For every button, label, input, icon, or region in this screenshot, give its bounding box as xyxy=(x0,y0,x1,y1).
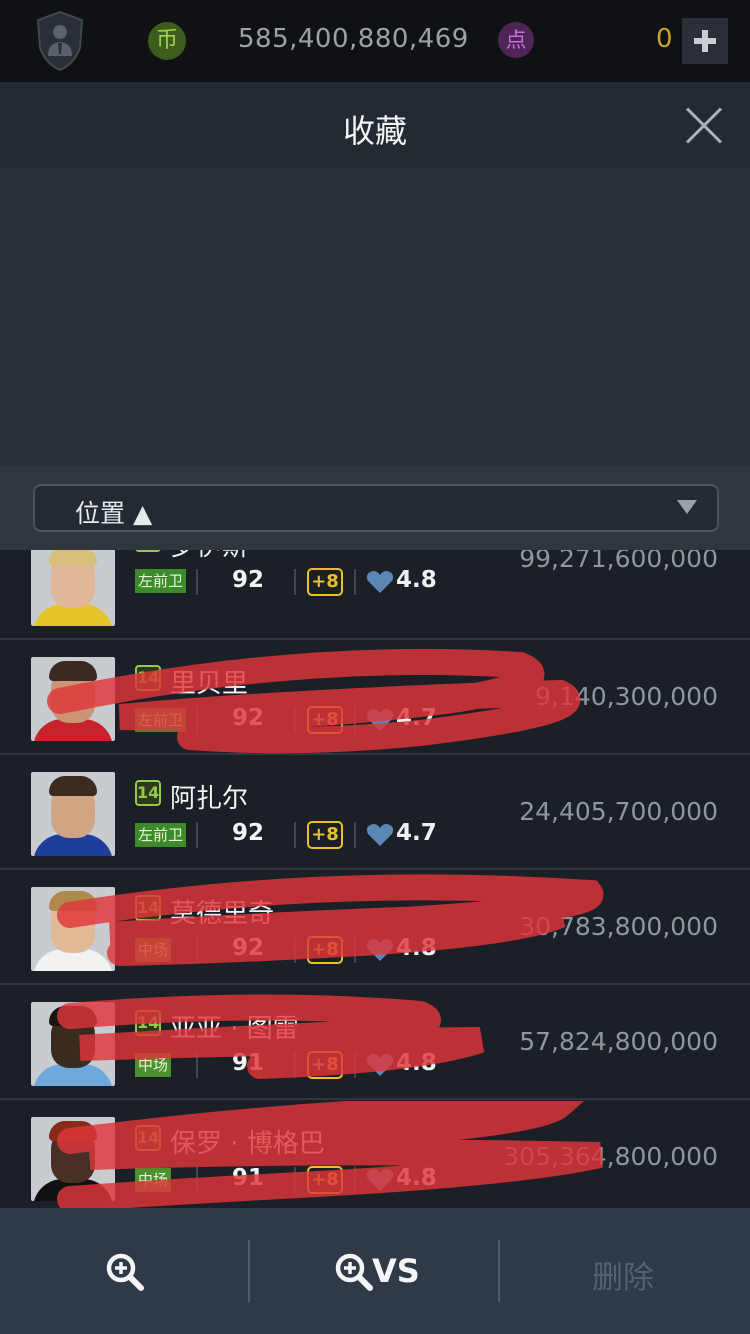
upgrade-badge: +8 xyxy=(307,821,343,849)
player-score: 4.8 xyxy=(396,935,437,961)
page-header: 收藏 xyxy=(0,84,750,168)
overall-rating: 92 xyxy=(232,820,265,846)
list-item[interactable]: 14 保罗 · 博格巴 中场 91 +8 4.8 305,364,800,000 xyxy=(0,1101,750,1208)
heart-icon xyxy=(366,571,394,593)
manager-shield-icon[interactable] xyxy=(34,10,86,72)
list-item[interactable]: 14 阿扎尔 左前卫 92 +8 4.7 24,405,700,000 xyxy=(0,756,750,870)
zoom-plus-icon xyxy=(335,1253,373,1291)
close-icon[interactable] xyxy=(684,106,724,146)
upgrade-badge: +8 xyxy=(307,1166,343,1194)
heart-icon xyxy=(366,1169,394,1191)
zoom-button[interactable] xyxy=(0,1208,249,1334)
position-badge: 左前卫 xyxy=(135,569,187,593)
player-score: 4.7 xyxy=(396,705,437,731)
player-avatar xyxy=(31,1117,115,1201)
overall-rating: 91 xyxy=(232,1165,265,1191)
upgrade-badge: +8 xyxy=(307,568,343,596)
points-icon: 点 xyxy=(498,22,534,58)
season-badge: 14 xyxy=(135,665,161,691)
player-score: 4.8 xyxy=(396,567,437,593)
player-avatar xyxy=(31,887,115,971)
overall-rating: 91 xyxy=(232,1050,265,1076)
heart-icon xyxy=(366,1054,394,1076)
upgrade-badge: +8 xyxy=(307,936,343,964)
coin-icon: 币 xyxy=(148,22,186,60)
sort-bar: 位置 ▲ xyxy=(0,466,750,550)
compare-vs-label: VS xyxy=(372,1252,420,1290)
season-badge: 14 xyxy=(135,895,161,921)
season-badge: 14 xyxy=(135,780,161,806)
empty-preview-area xyxy=(0,168,750,466)
heart-icon xyxy=(366,824,394,846)
sort-dropdown[interactable]: 位置 ▲ xyxy=(33,484,719,532)
position-badge: 左前卫 xyxy=(135,823,187,847)
overall-rating: 92 xyxy=(232,567,265,593)
heart-icon xyxy=(366,709,394,731)
player-avatar xyxy=(31,772,115,856)
player-price: 305,364,800,000 xyxy=(503,1142,718,1171)
player-score: 4.7 xyxy=(396,820,437,846)
player-price: 9,140,300,000 xyxy=(535,682,718,711)
season-badge: 14 xyxy=(135,550,161,552)
heart-icon xyxy=(366,939,394,961)
position-badge: 中场 xyxy=(135,1168,172,1192)
player-price: 30,783,800,000 xyxy=(519,912,718,941)
player-score: 4.8 xyxy=(396,1050,437,1076)
add-points-button[interactable] xyxy=(682,18,728,64)
page-title: 收藏 xyxy=(342,112,407,150)
bottom-action-bar: VS 删除 xyxy=(0,1208,750,1334)
points-balance: 0 xyxy=(656,24,673,54)
season-badge: 14 xyxy=(135,1125,161,1151)
favorites-list[interactable]: 14 罗伊斯 左前卫 92 +8 4.8 99,271,600,000 14 里… xyxy=(0,550,750,1208)
upgrade-badge: +8 xyxy=(307,1051,343,1079)
list-item[interactable]: 14 莫德里奇 中场 92 +8 4.8 30,783,800,000 xyxy=(0,871,750,985)
upgrade-badge: +8 xyxy=(307,706,343,734)
delete-label: 删除 xyxy=(592,1260,654,1296)
player-score: 4.8 xyxy=(396,1165,437,1191)
list-item[interactable]: 14 罗伊斯 左前卫 92 +8 4.8 99,271,600,000 xyxy=(0,550,750,640)
player-name: 罗伊斯 xyxy=(170,550,248,563)
list-item[interactable]: 14 亚亚 · 图雷 中场 91 +8 4.8 57,824,800,000 xyxy=(0,986,750,1100)
player-name: 里贝里 xyxy=(170,669,249,699)
overall-rating: 92 xyxy=(232,705,265,731)
player-avatar xyxy=(31,550,115,626)
position-badge: 中场 xyxy=(135,938,172,962)
zoom-plus-icon xyxy=(106,1253,144,1291)
player-name: 阿扎尔 xyxy=(170,784,249,814)
player-name: 莫德里奇 xyxy=(170,899,275,929)
overall-rating: 92 xyxy=(232,935,265,961)
season-badge: 14 xyxy=(135,1010,161,1036)
sort-label: 位置 ▲ xyxy=(75,499,153,528)
currency-bar: 币 585,400,880,469 点 0 xyxy=(0,0,750,84)
player-avatar xyxy=(31,657,115,741)
position-badge: 左前卫 xyxy=(135,708,187,732)
player-name: 保罗 · 博格巴 xyxy=(170,1129,325,1159)
chevron-down-icon xyxy=(677,500,697,514)
list-item[interactable]: 14 里贝里 左前卫 92 +8 4.7 9,140,300,000 xyxy=(0,641,750,755)
coin-balance: 585,400,880,469 xyxy=(238,24,469,54)
player-price: 99,271,600,000 xyxy=(519,550,718,573)
player-price: 57,824,800,000 xyxy=(519,1027,718,1056)
player-name: 亚亚 · 图雷 xyxy=(170,1014,299,1044)
position-badge: 中场 xyxy=(135,1053,172,1077)
player-price: 24,405,700,000 xyxy=(519,797,718,826)
player-avatar xyxy=(31,1002,115,1086)
